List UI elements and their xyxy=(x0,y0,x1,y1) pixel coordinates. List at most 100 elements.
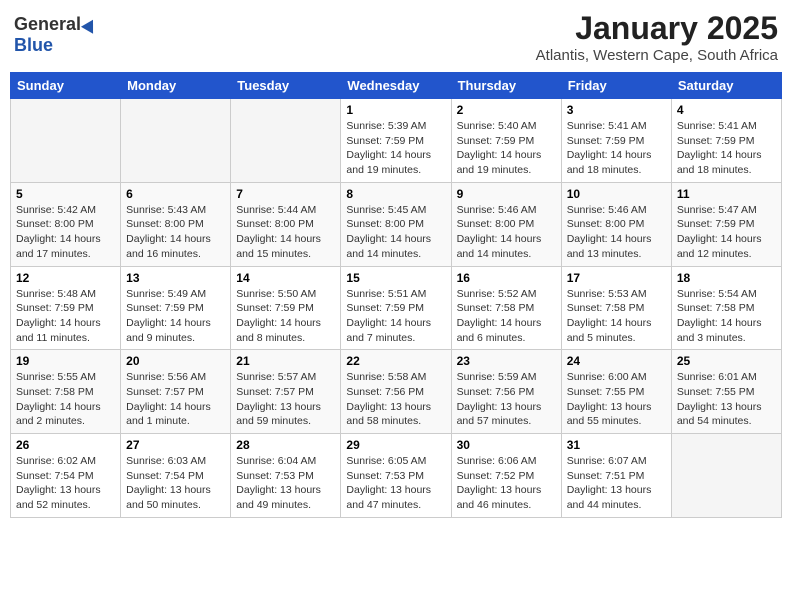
calendar-cell: 8 Sunrise: 5:45 AM Sunset: 8:00 PM Daylig… xyxy=(341,182,451,266)
day-number: 27 xyxy=(126,438,225,452)
calendar-cell: 29 Sunrise: 6:05 AM Sunset: 7:53 PM Dayli… xyxy=(341,434,451,518)
day-number: 8 xyxy=(346,187,445,201)
day-number: 13 xyxy=(126,271,225,285)
day-info: Sunrise: 5:44 AM Sunset: 8:00 PM Dayligh… xyxy=(236,203,335,262)
calendar-cell: 20 Sunrise: 5:56 AM Sunset: 7:57 PM Dayli… xyxy=(121,350,231,434)
calendar-cell: 3Sunrise: 5:41 AM Sunset: 7:59 PM Daylig… xyxy=(561,99,671,183)
page-header: General Blue January 2025 Atlantis, West… xyxy=(10,10,782,64)
day-info: Sunrise: 5:56 AM Sunset: 7:57 PM Dayligh… xyxy=(126,370,225,429)
day-of-week-header: Sunday xyxy=(11,73,121,99)
calendar-cell: 13 Sunrise: 5:49 AM Sunset: 7:59 PM Dayli… xyxy=(121,266,231,350)
logo-icon xyxy=(81,16,99,33)
calendar-cell: 12 Sunrise: 5:48 AM Sunset: 7:59 PM Dayli… xyxy=(11,266,121,350)
day-info: Sunrise: 5:48 AM Sunset: 7:59 PM Dayligh… xyxy=(16,287,115,346)
calendar-subtitle: Atlantis, Western Cape, South Africa xyxy=(536,47,778,64)
day-number: 17 xyxy=(567,271,666,285)
day-number: 3 xyxy=(567,103,666,117)
day-info: Sunrise: 5:58 AM Sunset: 7:56 PM Dayligh… xyxy=(346,370,445,429)
calendar-cell: 28 Sunrise: 6:04 AM Sunset: 7:53 PM Dayli… xyxy=(231,434,341,518)
calendar-cell: 14 Sunrise: 5:50 AM Sunset: 7:59 PM Dayli… xyxy=(231,266,341,350)
day-info: Sunrise: 5:43 AM Sunset: 8:00 PM Dayligh… xyxy=(126,203,225,262)
calendar-cell: 16 Sunrise: 5:52 AM Sunset: 7:58 PM Dayli… xyxy=(451,266,561,350)
calendar-cell: 15Sunrise: 5:51 AM Sunset: 7:59 PM Dayli… xyxy=(341,266,451,350)
calendar-cell: 19 Sunrise: 5:55 AM Sunset: 7:58 PM Dayli… xyxy=(11,350,121,434)
day-info: Sunrise: 6:05 AM Sunset: 7:53 PM Dayligh… xyxy=(346,454,445,513)
day-number: 26 xyxy=(16,438,115,452)
day-number: 15 xyxy=(346,271,445,285)
day-info: Sunrise: 5:41 AM Sunset: 7:59 PM Dayligh… xyxy=(677,119,776,178)
day-info: Sunrise: 6:07 AM Sunset: 7:51 PM Dayligh… xyxy=(567,454,666,513)
day-info: Sunrise: 6:04 AM Sunset: 7:53 PM Dayligh… xyxy=(236,454,335,513)
calendar-cell: 31 Sunrise: 6:07 AM Sunset: 7:51 PM Dayli… xyxy=(561,434,671,518)
calendar-cell: 26 Sunrise: 6:02 AM Sunset: 7:54 PM Dayli… xyxy=(11,434,121,518)
day-number: 19 xyxy=(16,354,115,368)
day-of-week-header: Saturday xyxy=(671,73,781,99)
calendar-cell: 4 Sunrise: 5:41 AM Sunset: 7:59 PM Daylig… xyxy=(671,99,781,183)
day-number: 24 xyxy=(567,354,666,368)
day-number: 10 xyxy=(567,187,666,201)
logo-general-text: General xyxy=(14,14,81,35)
calendar-cell: 11 Sunrise: 5:47 AM Sunset: 7:59 PM Dayli… xyxy=(671,182,781,266)
day-number: 5 xyxy=(16,187,115,201)
day-info: Sunrise: 5:54 AM Sunset: 7:58 PM Dayligh… xyxy=(677,287,776,346)
day-number: 30 xyxy=(457,438,556,452)
day-number: 2 xyxy=(457,103,556,117)
day-number: 21 xyxy=(236,354,335,368)
day-of-week-header: Friday xyxy=(561,73,671,99)
day-info: Sunrise: 5:53 AM Sunset: 7:58 PM Dayligh… xyxy=(567,287,666,346)
calendar-week-row: 12 Sunrise: 5:48 AM Sunset: 7:59 PM Dayli… xyxy=(11,266,782,350)
day-number: 20 xyxy=(126,354,225,368)
day-number: 12 xyxy=(16,271,115,285)
calendar-cell: 6 Sunrise: 5:43 AM Sunset: 8:00 PM Daylig… xyxy=(121,182,231,266)
calendar-cell: 21 Sunrise: 5:57 AM Sunset: 7:57 PM Dayli… xyxy=(231,350,341,434)
day-info: Sunrise: 6:03 AM Sunset: 7:54 PM Dayligh… xyxy=(126,454,225,513)
calendar-cell: 17 Sunrise: 5:53 AM Sunset: 7:58 PM Dayli… xyxy=(561,266,671,350)
calendar-cell: 7 Sunrise: 5:44 AM Sunset: 8:00 PM Daylig… xyxy=(231,182,341,266)
calendar-week-row: 1 Sunrise: 5:39 AM Sunset: 7:59 PM Daylig… xyxy=(11,99,782,183)
day-info: Sunrise: 6:01 AM Sunset: 7:55 PM Dayligh… xyxy=(677,370,776,429)
calendar-cell: 24 Sunrise: 6:00 AM Sunset: 7:55 PM Dayli… xyxy=(561,350,671,434)
day-info: Sunrise: 5:45 AM Sunset: 8:00 PM Dayligh… xyxy=(346,203,445,262)
day-number: 16 xyxy=(457,271,556,285)
day-info: Sunrise: 5:50 AM Sunset: 7:59 PM Dayligh… xyxy=(236,287,335,346)
calendar-cell xyxy=(231,99,341,183)
day-of-week-header: Thursday xyxy=(451,73,561,99)
day-number: 14 xyxy=(236,271,335,285)
calendar-cell xyxy=(121,99,231,183)
calendar-week-row: 5Sunrise: 5:42 AM Sunset: 8:00 PM Daylig… xyxy=(11,182,782,266)
day-header-row: SundayMondayTuesdayWednesdayThursdayFrid… xyxy=(11,73,782,99)
day-number: 9 xyxy=(457,187,556,201)
day-number: 1 xyxy=(346,103,445,117)
calendar-week-row: 26 Sunrise: 6:02 AM Sunset: 7:54 PM Dayli… xyxy=(11,434,782,518)
logo: General Blue xyxy=(14,10,97,56)
day-info: Sunrise: 5:39 AM Sunset: 7:59 PM Dayligh… xyxy=(346,119,445,178)
day-of-week-header: Wednesday xyxy=(341,73,451,99)
day-number: 25 xyxy=(677,354,776,368)
day-info: Sunrise: 5:57 AM Sunset: 7:57 PM Dayligh… xyxy=(236,370,335,429)
day-info: Sunrise: 5:47 AM Sunset: 7:59 PM Dayligh… xyxy=(677,203,776,262)
calendar-cell: 25 Sunrise: 6:01 AM Sunset: 7:55 PM Dayli… xyxy=(671,350,781,434)
day-number: 31 xyxy=(567,438,666,452)
calendar-cell: 5Sunrise: 5:42 AM Sunset: 8:00 PM Daylig… xyxy=(11,182,121,266)
calendar-cell: 2Sunrise: 5:40 AM Sunset: 7:59 PM Daylig… xyxy=(451,99,561,183)
day-number: 29 xyxy=(346,438,445,452)
day-number: 28 xyxy=(236,438,335,452)
day-info: Sunrise: 5:46 AM Sunset: 8:00 PM Dayligh… xyxy=(457,203,556,262)
logo-blue-text: Blue xyxy=(14,35,53,56)
day-number: 6 xyxy=(126,187,225,201)
day-info: Sunrise: 5:55 AM Sunset: 7:58 PM Dayligh… xyxy=(16,370,115,429)
calendar-cell: 1 Sunrise: 5:39 AM Sunset: 7:59 PM Daylig… xyxy=(341,99,451,183)
day-number: 4 xyxy=(677,103,776,117)
day-number: 7 xyxy=(236,187,335,201)
day-of-week-header: Tuesday xyxy=(231,73,341,99)
calendar-cell: 27 Sunrise: 6:03 AM Sunset: 7:54 PM Dayli… xyxy=(121,434,231,518)
day-info: Sunrise: 5:52 AM Sunset: 7:58 PM Dayligh… xyxy=(457,287,556,346)
day-info: Sunrise: 6:00 AM Sunset: 7:55 PM Dayligh… xyxy=(567,370,666,429)
day-info: Sunrise: 6:02 AM Sunset: 7:54 PM Dayligh… xyxy=(16,454,115,513)
calendar-cell: 22Sunrise: 5:58 AM Sunset: 7:56 PM Dayli… xyxy=(341,350,451,434)
day-number: 11 xyxy=(677,187,776,201)
day-info: Sunrise: 5:49 AM Sunset: 7:59 PM Dayligh… xyxy=(126,287,225,346)
day-of-week-header: Monday xyxy=(121,73,231,99)
calendar-title: January 2025 xyxy=(536,10,778,47)
calendar-cell: 18Sunrise: 5:54 AM Sunset: 7:58 PM Dayli… xyxy=(671,266,781,350)
